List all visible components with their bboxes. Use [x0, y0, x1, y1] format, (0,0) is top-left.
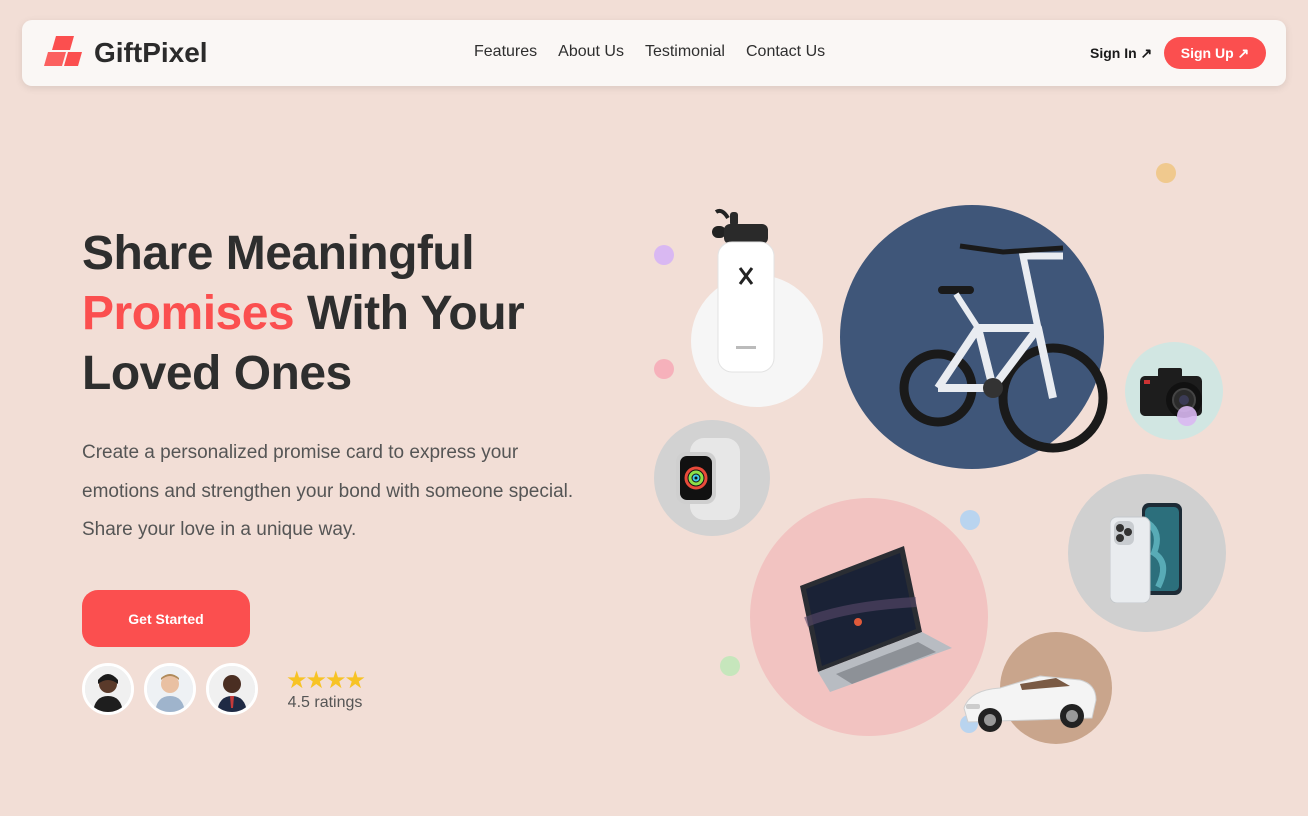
sign-up-button[interactable]: Sign Up ↗	[1164, 37, 1266, 69]
rating-text: 4.5 ratings	[287, 694, 363, 711]
navbar: GiftPixel Features About Us Testimonial …	[22, 20, 1286, 86]
bicycle-image	[898, 238, 1110, 478]
hero-description: Create a personalized promise card to ex…	[82, 442, 574, 540]
nav-links: Features About Us Testimonial Contact Us	[474, 43, 825, 61]
decorative-dot	[654, 359, 674, 379]
hero-title-line3: Loved Ones	[82, 347, 352, 400]
brand-name: GiftPixel	[94, 37, 208, 68]
nav-link-features[interactable]: Features	[474, 43, 537, 61]
laptop-image	[796, 542, 956, 694]
convertible-car-image	[960, 666, 1098, 738]
avatar	[206, 663, 258, 715]
decorative-dot	[720, 656, 740, 676]
camera-image	[1140, 362, 1208, 420]
hero-title: Share Meaningful Promises With Your Love…	[82, 224, 602, 404]
avatar	[82, 663, 134, 715]
sign-in-link[interactable]: Sign In ↗	[1090, 45, 1152, 62]
get-started-button[interactable]: Get Started	[82, 590, 250, 647]
hero-title-line2: With Your	[294, 287, 525, 340]
hero-title-accent: Promises	[82, 287, 295, 340]
avatar-group	[82, 663, 258, 715]
logo[interactable]: GiftPixel	[42, 32, 208, 74]
smartphone-image	[1109, 503, 1184, 604]
smartwatch-image	[676, 438, 746, 520]
rating: ★★★★ 4.5 ratings	[286, 667, 366, 712]
logo-icon	[42, 32, 84, 74]
decorative-dot	[960, 510, 980, 530]
star-rating-icon: ★★★★	[286, 667, 366, 694]
water-bottle-image	[708, 206, 782, 376]
decorative-dot	[654, 245, 674, 265]
nav-link-contact-us[interactable]: Contact Us	[746, 43, 825, 61]
nav-link-about-us[interactable]: About Us	[558, 43, 624, 61]
avatar	[144, 663, 196, 715]
nav-link-testimonial[interactable]: Testimonial	[645, 43, 725, 61]
decorative-dot	[1156, 163, 1176, 183]
hero-title-line1: Share Meaningful	[82, 227, 475, 280]
decorative-dot	[1177, 406, 1197, 426]
